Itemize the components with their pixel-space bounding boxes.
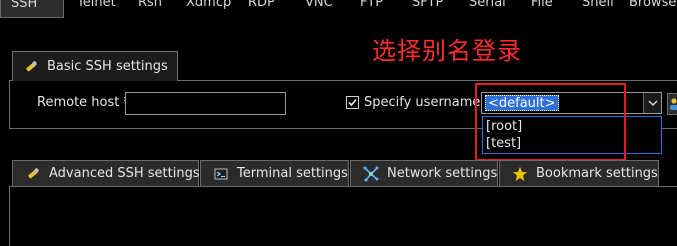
check-icon bbox=[348, 98, 357, 107]
tab-file[interactable]: File bbox=[531, 0, 553, 16]
tab-vnc[interactable]: VNC bbox=[305, 0, 333, 16]
tab-sftp[interactable]: SFTP bbox=[412, 0, 443, 16]
tab-rsh[interactable]: Rsh bbox=[138, 0, 162, 16]
tab-shell[interactable]: Shell bbox=[582, 0, 614, 16]
tab-bookmark-settings-label: Bookmark settings bbox=[536, 166, 658, 181]
terminal-icon bbox=[213, 166, 229, 182]
tab-terminal-settings[interactable]: Terminal settings bbox=[200, 160, 349, 187]
wrench-icon bbox=[23, 59, 39, 75]
remote-host-label: Remote host * bbox=[37, 95, 130, 110]
tab-advanced-ssh-settings[interactable]: Advanced SSH settings bbox=[12, 160, 200, 187]
tab-advanced-ssh-settings-label: Advanced SSH settings bbox=[49, 166, 200, 181]
username-select-value: <default> bbox=[485, 95, 559, 111]
star-icon bbox=[512, 166, 528, 182]
settings-panel bbox=[9, 186, 677, 246]
tab-basic-ssh-settings[interactable]: Basic SSH settings bbox=[12, 51, 178, 81]
tab-network-settings[interactable]: Network settings bbox=[350, 160, 498, 187]
protocol-tab-strip: SSH Telnet Rsh Xdmcp RDP VNC FTP SFTP Se… bbox=[0, 0, 677, 20]
username-dropdown-list: [root] [test] bbox=[482, 116, 662, 154]
username-option-root[interactable]: [root] bbox=[486, 119, 522, 135]
tab-network-settings-label: Network settings bbox=[387, 166, 498, 181]
tab-ssh[interactable]: SSH bbox=[0, 0, 64, 18]
tab-xdmcp[interactable]: Xdmcp bbox=[186, 0, 231, 16]
tab-terminal-settings-label: Terminal settings bbox=[237, 166, 348, 181]
annotation-text: 选择别名登录 bbox=[372, 37, 522, 65]
username-option-test[interactable]: [test] bbox=[486, 136, 521, 152]
user-icon bbox=[670, 98, 677, 110]
tab-browser[interactable]: Browser bbox=[629, 0, 677, 16]
tab-ftp[interactable]: FTP bbox=[360, 0, 383, 16]
wrench-icon bbox=[25, 166, 41, 182]
network-icon bbox=[363, 166, 379, 182]
tab-serial[interactable]: Serial bbox=[469, 0, 506, 16]
tab-telnet[interactable]: Telnet bbox=[77, 0, 116, 16]
username-select[interactable]: <default> bbox=[481, 92, 662, 114]
chevron-down-icon[interactable] bbox=[643, 93, 661, 113]
specify-username-checkbox[interactable] bbox=[346, 96, 359, 109]
specify-username-label: Specify username bbox=[364, 95, 481, 110]
user-manager-button[interactable] bbox=[667, 93, 677, 115]
tab-basic-ssh-settings-label: Basic SSH settings bbox=[47, 59, 168, 74]
tab-bookmark-settings[interactable]: Bookmark settings bbox=[499, 160, 659, 187]
remote-host-input[interactable] bbox=[125, 92, 286, 115]
tab-rdp[interactable]: RDP bbox=[248, 0, 275, 16]
